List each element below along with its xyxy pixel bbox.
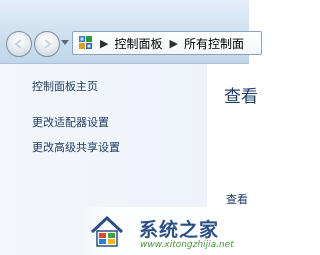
control-panel-home-link[interactable]: 控制面板主页 [32,78,98,94]
watermark-url: www.xitongzhijia.net [140,240,234,250]
arrow-right-icon [44,39,52,49]
arrow-left-icon [14,39,22,49]
breadcrumb-separator-icon: ▶ [100,36,109,50]
breadcrumb-control-panel[interactable]: 控制面板 [114,35,162,52]
breadcrumb-all-items[interactable]: 所有控制面 [184,35,244,52]
section-heading: 查看 [226,193,248,206]
control-panel-icon [79,36,92,49]
watermark-title: 系统之家 [139,219,220,241]
recent-pages-dropdown-icon[interactable] [61,40,69,46]
forward-button[interactable] [34,31,60,57]
change-adapter-settings-link[interactable]: 更改适配器设置 [32,114,109,130]
change-advanced-sharing-link[interactable]: 更改高级共享设置 [32,139,120,155]
breadcrumb-separator-icon: ▶ [169,36,178,50]
address-bar[interactable]: ▶ 控制面板 ▶ 所有控制面 [72,31,262,55]
house-logo-icon [90,215,124,247]
page-title: 查看 [224,87,258,107]
back-button[interactable] [6,31,32,57]
window-toolbar: ▶ 控制面板 ▶ 所有控制面 [0,0,262,64]
